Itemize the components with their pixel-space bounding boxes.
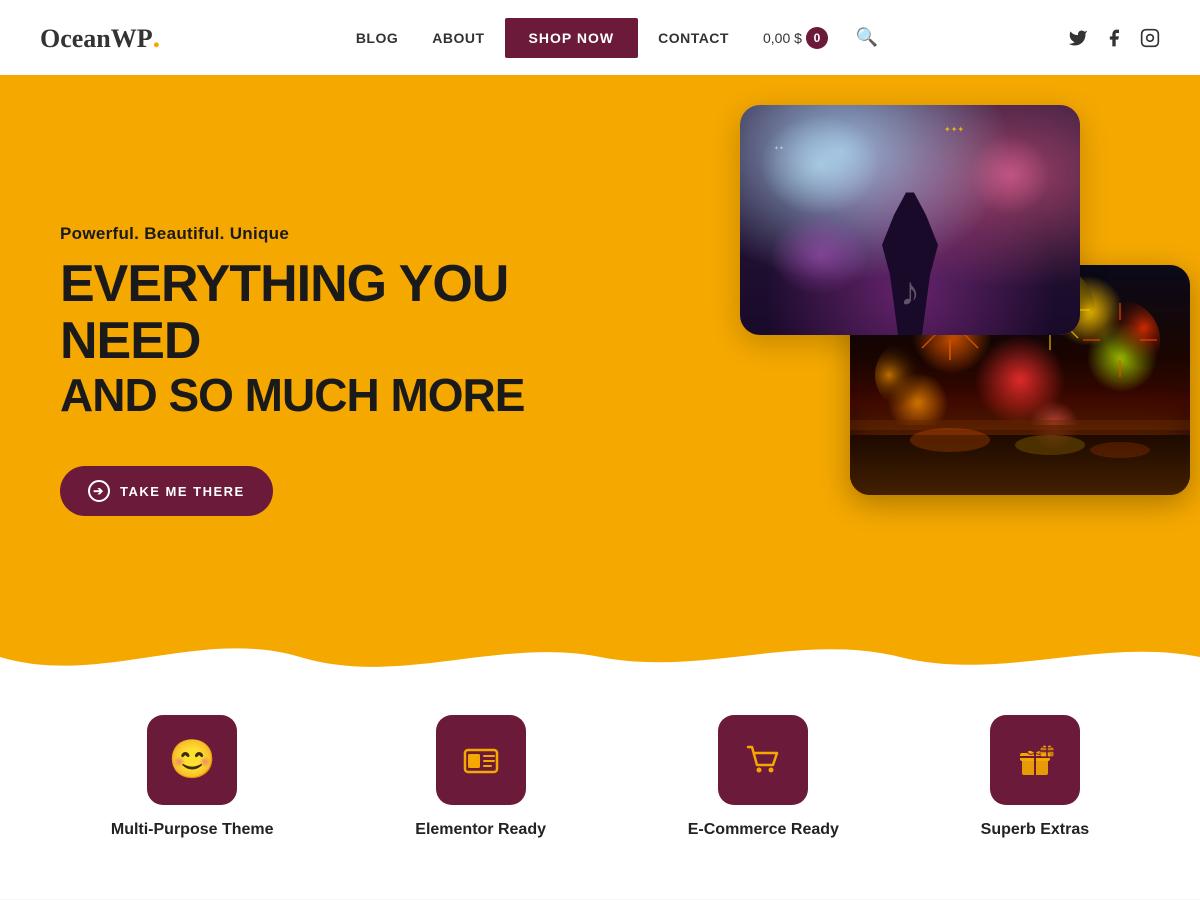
features-section: 😊 Multi-Purpose Theme Elementor Ready E-…: [0, 685, 1200, 899]
instagram-icon[interactable]: [1140, 28, 1160, 48]
main-nav: BLOG ABOUT SHOP NOW CONTACT 0,00 $ 0 🔍: [342, 18, 887, 58]
feature-elementor: Elementor Ready: [415, 715, 546, 839]
take-me-there-button[interactable]: ➔ TAKE ME THERE: [60, 466, 273, 516]
feature-label-multipurpose: Multi-Purpose Theme: [111, 821, 274, 839]
cta-label: TAKE ME THERE: [120, 484, 245, 499]
cta-circle-icon: ➔: [88, 480, 110, 502]
hero-section: Powerful. Beautiful. Unique EVERYTHING Y…: [0, 75, 1200, 685]
feature-icon-ecommerce: [718, 715, 808, 805]
feature-label-extras: Superb Extras: [981, 821, 1089, 839]
cart-badge: 0: [806, 27, 828, 49]
nav-contact[interactable]: CONTACT: [644, 22, 743, 54]
feature-label-ecommerce: E-Commerce Ready: [688, 821, 839, 839]
hero-title: EVERYTHING YOU NEED AND SO MUCH MORE: [60, 256, 610, 421]
search-icon[interactable]: 🔍: [848, 19, 886, 56]
hero-image-concert: ✦✦✦ ✦✦: [740, 105, 1080, 335]
logo[interactable]: OceanWP.: [40, 21, 160, 55]
hero-subtitle: Powerful. Beautiful. Unique: [60, 224, 610, 244]
social-icons: [1068, 28, 1160, 48]
twitter-icon[interactable]: [1068, 28, 1088, 48]
feature-label-elementor: Elementor Ready: [415, 821, 546, 839]
nav-about[interactable]: ABOUT: [418, 22, 498, 54]
feature-icon-multipurpose: 😊: [147, 715, 237, 805]
site-header: OceanWP. BLOG ABOUT SHOP NOW CONTACT 0,0…: [0, 0, 1200, 75]
hero-title-line2: AND SO MUCH MORE: [60, 370, 610, 421]
cart-widget[interactable]: 0,00 $ 0: [749, 19, 842, 57]
cart-price: 0,00 $: [763, 30, 802, 46]
facebook-icon[interactable]: [1104, 28, 1124, 48]
hero-wave: [0, 617, 1200, 685]
hero-images: ✦✦✦ ✦✦: [680, 105, 1200, 665]
feature-multipurpose: 😊 Multi-Purpose Theme: [111, 715, 274, 839]
hero-title-line1: EVERYTHING YOU NEED: [60, 256, 610, 370]
shop-now-button[interactable]: SHOP NOW: [505, 18, 639, 58]
feature-icon-elementor: [436, 715, 526, 805]
nav-blog[interactable]: BLOG: [342, 22, 412, 54]
feature-ecommerce: E-Commerce Ready: [688, 715, 839, 839]
feature-extras: Superb Extras: [981, 715, 1089, 839]
hero-content: Powerful. Beautiful. Unique EVERYTHING Y…: [60, 224, 610, 517]
feature-icon-extras: [990, 715, 1080, 805]
